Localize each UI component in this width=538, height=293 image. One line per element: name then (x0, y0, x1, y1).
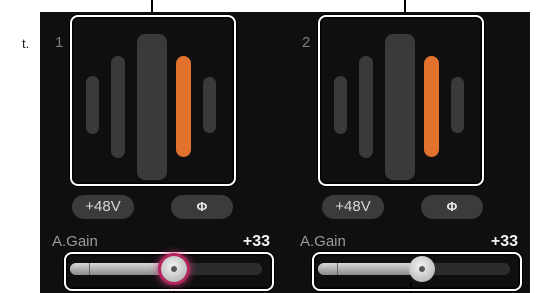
knob-center-dot (170, 266, 177, 272)
meter-bar (137, 34, 167, 180)
gain-label: A.Gain (52, 233, 98, 250)
gain-value: +33 (242, 233, 270, 250)
phantom-power-button[interactable]: +48V (322, 195, 384, 219)
meter-bar (203, 77, 216, 133)
slider-tick (337, 263, 338, 275)
phantom-power-button[interactable]: +48V (72, 195, 134, 219)
callout-pointer (151, 0, 153, 14)
meter-bar (86, 76, 99, 134)
meter-bar (385, 34, 415, 180)
slider-tick (89, 263, 90, 275)
meter-bar (111, 56, 125, 158)
gain-slider-knob[interactable] (160, 256, 187, 282)
gain-slider-knob[interactable] (408, 256, 435, 282)
gain-value: +33 (490, 233, 518, 250)
gain-slider-fill (70, 263, 174, 275)
knob-center-dot (418, 266, 425, 272)
meter-bar (451, 77, 464, 133)
channel-number: 2 (302, 34, 311, 51)
phase-invert-button[interactable]: Φ (421, 195, 483, 219)
margin-note: t. (22, 36, 30, 51)
meter-bar-active (176, 56, 191, 157)
meter-bar (334, 76, 347, 134)
meter-bar-active (424, 56, 439, 157)
gain-label: A.Gain (300, 233, 346, 250)
channel-number: 1 (55, 34, 64, 51)
gain-slider-fill (318, 263, 422, 275)
callout-pointer (404, 0, 406, 14)
phase-invert-button[interactable]: Φ (171, 195, 233, 219)
meter-bar (359, 56, 373, 158)
